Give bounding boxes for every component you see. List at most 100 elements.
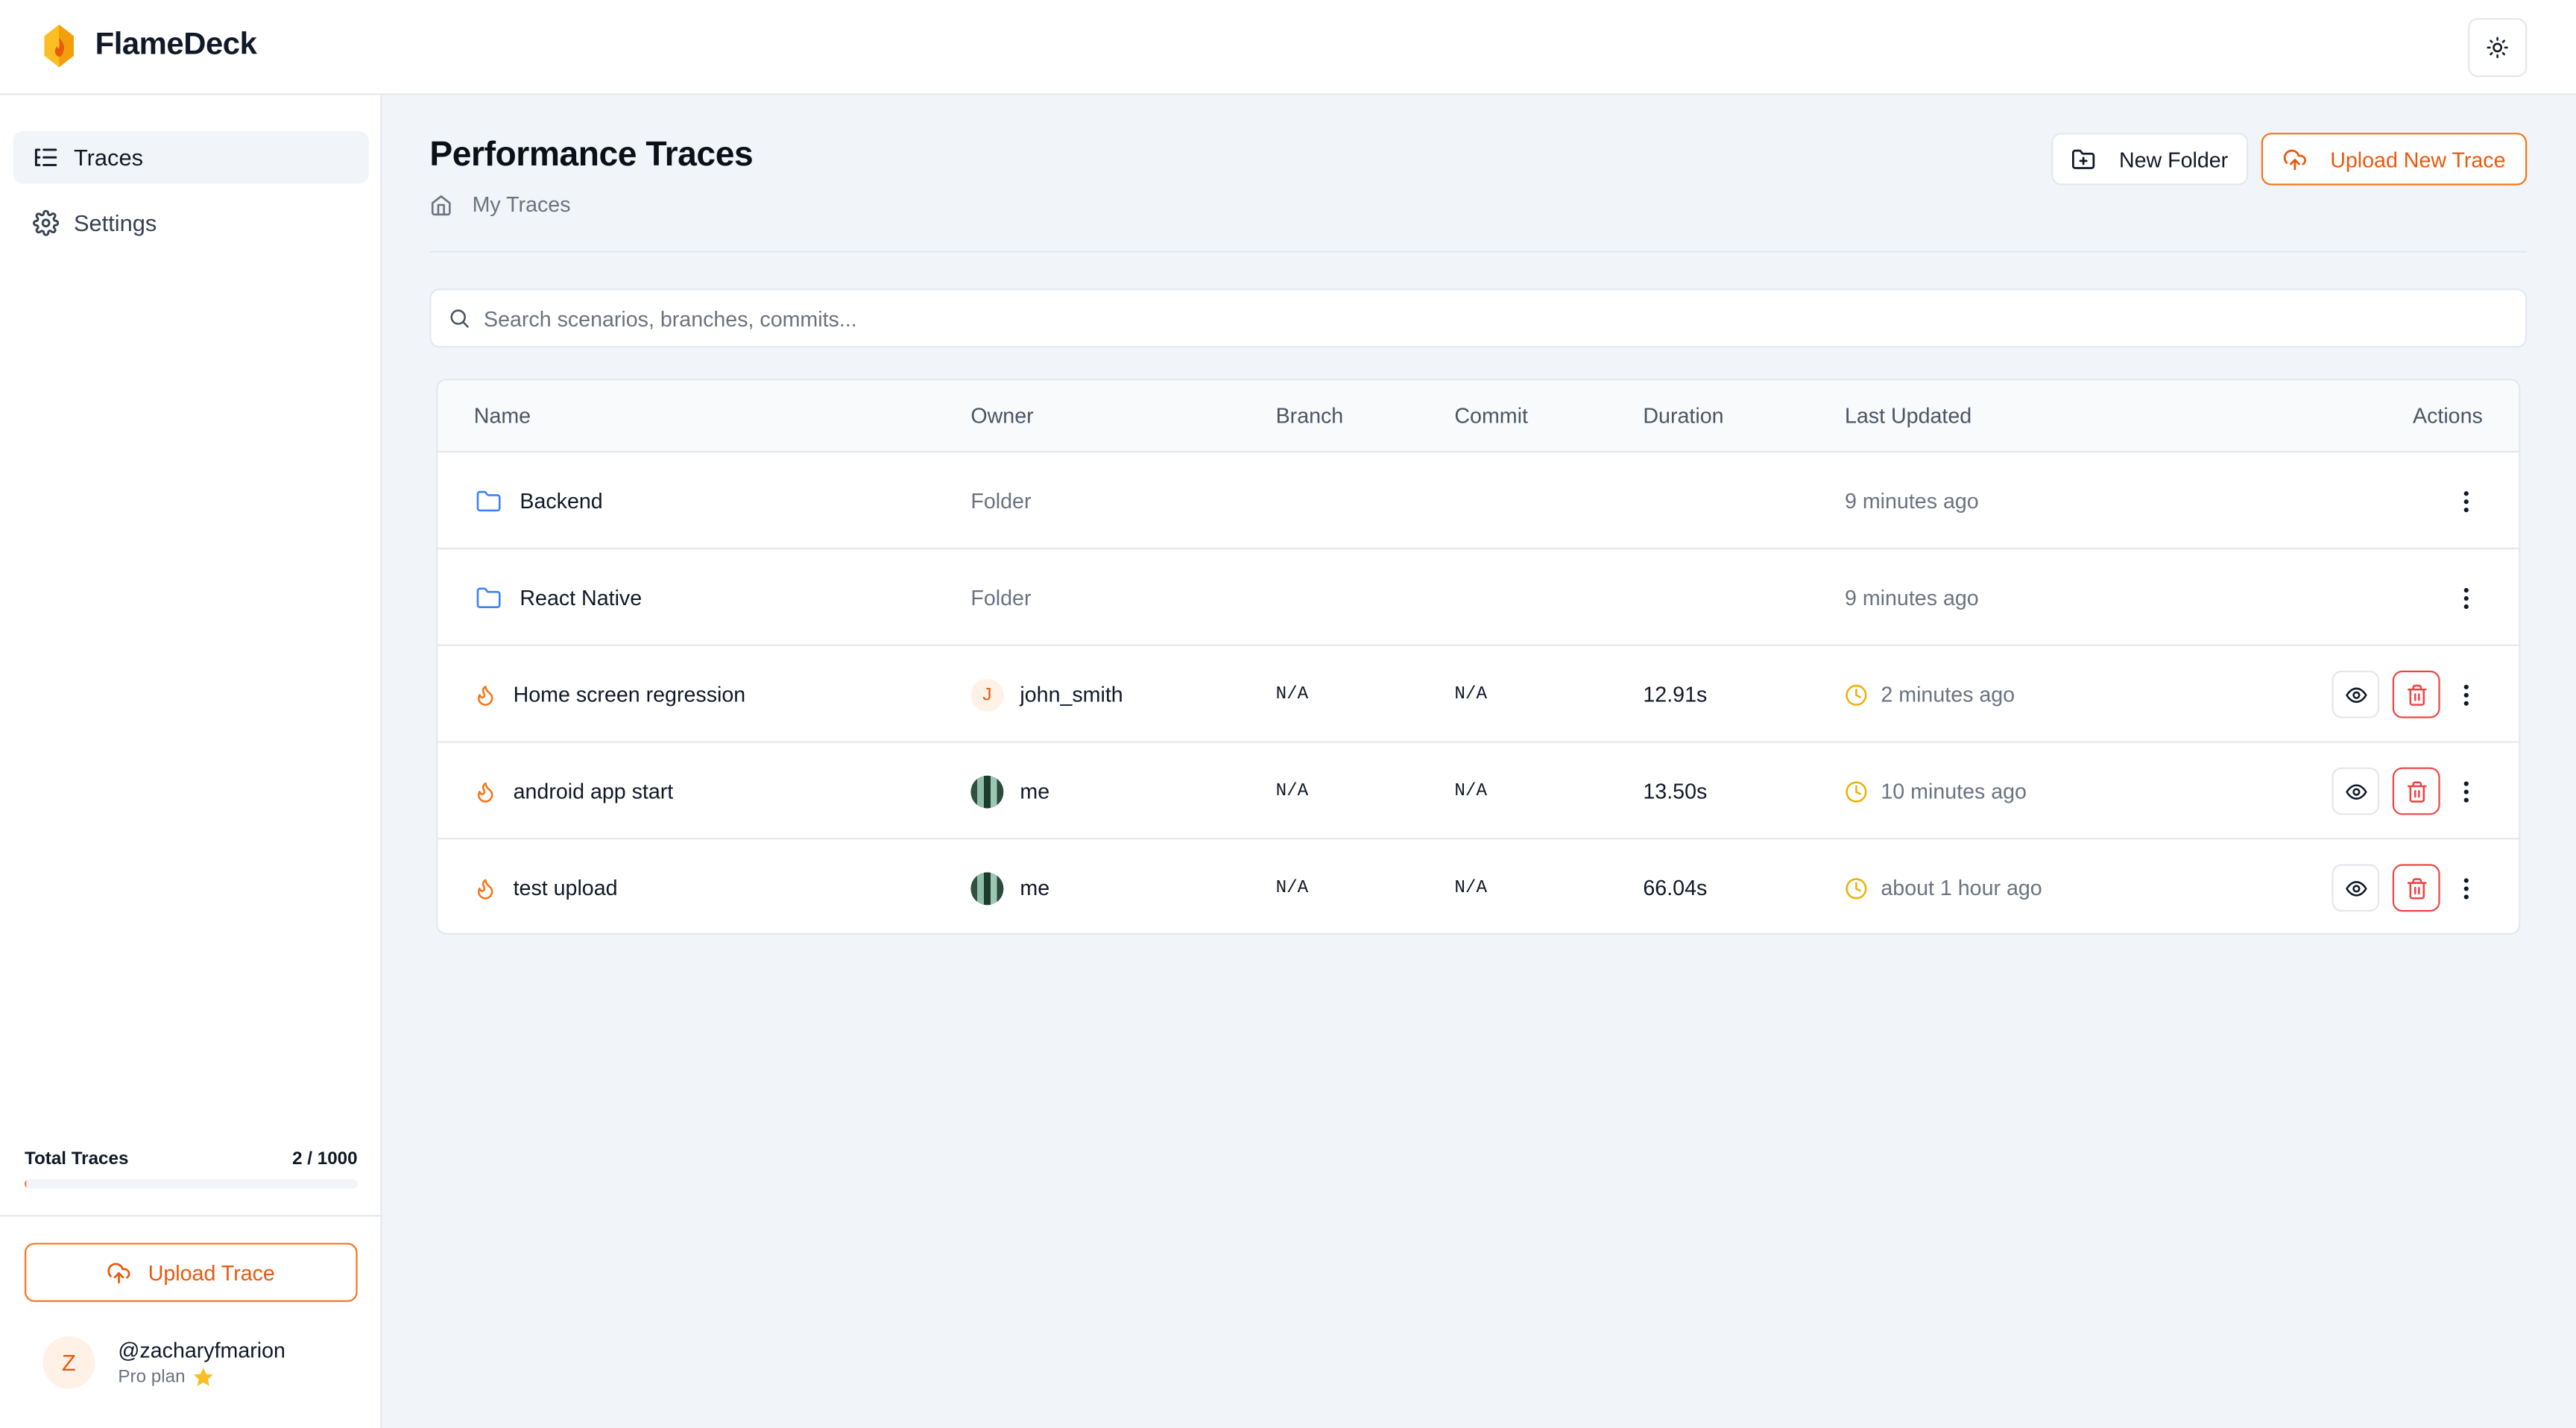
clock-icon: [1846, 683, 1867, 705]
breadcrumb-current[interactable]: My Traces: [473, 192, 571, 216]
search-bar: [429, 288, 2528, 348]
more-actions-button[interactable]: [2453, 671, 2479, 718]
top-bar: FlameDeck: [0, 0, 2576, 95]
trash-icon: [2406, 683, 2426, 705]
gear-icon: [33, 209, 60, 236]
new-folder-button[interactable]: New Folder: [2051, 133, 2249, 186]
row-commit: N/A: [1454, 684, 1487, 704]
table-row[interactable]: Home screen regression J john_smith N/A …: [438, 646, 2519, 743]
clock-icon: [1846, 780, 1867, 802]
column-header-last-updated[interactable]: Last Updated: [1845, 403, 1972, 428]
column-header-duration[interactable]: Duration: [1643, 403, 1723, 428]
row-name[interactable]: android app start: [514, 779, 674, 803]
table-row[interactable]: android app start me N/A N/A 13.50s 10 m…: [438, 743, 2519, 840]
theme-toggle-button[interactable]: [2468, 18, 2528, 78]
star-icon: [193, 1367, 213, 1386]
trash-icon: [2406, 780, 2426, 802]
eye-icon: [2345, 880, 2367, 896]
owner-avatar: [970, 774, 1004, 808]
user-plan: Pro plan: [118, 1366, 186, 1387]
column-header-actions: Actions: [2412, 403, 2483, 429]
more-actions-button[interactable]: [2453, 864, 2479, 912]
column-header-name[interactable]: Name: [474, 403, 531, 428]
traces-table: Name Owner Branch Commit Duration Last U…: [436, 379, 2521, 935]
flame-icon: [477, 878, 493, 899]
row-name[interactable]: Home screen regression: [514, 682, 746, 707]
new-folder-label: New Folder: [2118, 146, 2229, 171]
more-vertical-icon: [2463, 490, 2469, 512]
view-button[interactable]: [2332, 670, 2380, 718]
usage-progress-fill: [25, 1178, 27, 1189]
row-branch: N/A: [1275, 878, 1309, 898]
row-name[interactable]: test upload: [514, 876, 618, 900]
table-header: Name Owner Branch Commit Duration Last U…: [438, 380, 2519, 453]
table-row[interactable]: React Native Folder 9 minutes ago: [438, 549, 2519, 646]
row-updated: about 1 hour ago: [1881, 875, 2042, 900]
list-tree-icon: [34, 148, 57, 166]
view-button[interactable]: [2332, 767, 2380, 815]
folder-icon: [476, 587, 501, 607]
row-name[interactable]: React Native: [520, 585, 642, 610]
table-row[interactable]: Backend Folder 9 minutes ago: [438, 452, 2519, 549]
cloud-upload-icon: [2283, 148, 2306, 170]
usage-label: Total Traces: [25, 1149, 129, 1169]
sidebar-item-traces[interactable]: Traces: [13, 131, 369, 184]
view-button[interactable]: [2332, 864, 2380, 912]
row-owner: Folder: [970, 488, 1032, 514]
breadcrumb: My Traces: [429, 192, 571, 216]
upload-new-trace-label: Upload New Trace: [2330, 146, 2506, 171]
delete-button[interactable]: [2392, 670, 2440, 718]
clock-icon: [1846, 877, 1867, 899]
user-profile[interactable]: Z @zacharyfmarion Pro plan: [42, 1336, 285, 1389]
sun-icon: [2487, 37, 2508, 58]
table-row[interactable]: test upload me N/A N/A 66.04s about 1 ho…: [438, 839, 2519, 932]
upload-trace-button[interactable]: Upload Trace: [25, 1242, 358, 1302]
row-branch: N/A: [1275, 684, 1309, 704]
sidebar-item-label: Settings: [74, 209, 157, 236]
upload-new-trace-button[interactable]: Upload New Trace: [2261, 133, 2528, 186]
sidebar: Traces Settings Total Traces 2 / 1000 Up…: [0, 95, 382, 1428]
avatar: Z: [42, 1336, 95, 1389]
row-name[interactable]: Backend: [520, 489, 602, 514]
more-vertical-icon: [2463, 683, 2469, 705]
row-updated: 2 minutes ago: [1881, 682, 2015, 707]
more-vertical-icon: [2463, 780, 2469, 802]
row-duration: 66.04s: [1643, 875, 1708, 900]
upload-trace-label: Upload Trace: [148, 1260, 275, 1285]
home-icon[interactable]: [429, 193, 452, 216]
row-duration: 13.50s: [1643, 779, 1708, 803]
usage-count: 2 / 1000: [292, 1149, 358, 1169]
app-name: FlameDeck: [95, 28, 257, 63]
eye-icon: [2345, 783, 2367, 799]
usage-progress-bar: [25, 1178, 358, 1189]
trash-icon: [2406, 877, 2426, 899]
search-input[interactable]: [484, 306, 2452, 331]
more-vertical-icon: [2463, 877, 2469, 899]
row-duration: 12.91s: [1643, 682, 1708, 707]
page-title: Performance Traces: [429, 136, 754, 174]
row-updated: 9 minutes ago: [1845, 488, 1979, 514]
row-owner: me: [1020, 779, 1050, 803]
delete-button[interactable]: [2392, 767, 2440, 815]
row-branch: N/A: [1275, 781, 1309, 801]
more-actions-button[interactable]: [2453, 477, 2479, 525]
column-header-branch[interactable]: Branch: [1276, 403, 1344, 428]
row-updated: 9 minutes ago: [1845, 585, 1979, 610]
trace-usage: Total Traces 2 / 1000: [25, 1149, 358, 1189]
owner-avatar: [970, 871, 1004, 905]
sidebar-item-settings[interactable]: Settings: [13, 197, 369, 249]
column-header-commit[interactable]: Commit: [1454, 403, 1528, 428]
delete-button[interactable]: [2392, 864, 2440, 912]
folder-plus-icon: [2072, 148, 2095, 168]
sidebar-divider: [0, 1215, 382, 1217]
row-owner: me: [1020, 875, 1050, 900]
more-actions-button[interactable]: [2453, 768, 2479, 815]
brand[interactable]: FlameDeck: [40, 23, 257, 69]
folder-icon: [476, 490, 501, 511]
column-header-owner[interactable]: Owner: [970, 403, 1033, 428]
sidebar-item-label: Traces: [74, 144, 144, 171]
cloud-upload-icon: [108, 1262, 131, 1283]
more-vertical-icon: [2463, 587, 2469, 608]
more-actions-button[interactable]: [2453, 574, 2479, 622]
header-divider: [429, 250, 2528, 253]
